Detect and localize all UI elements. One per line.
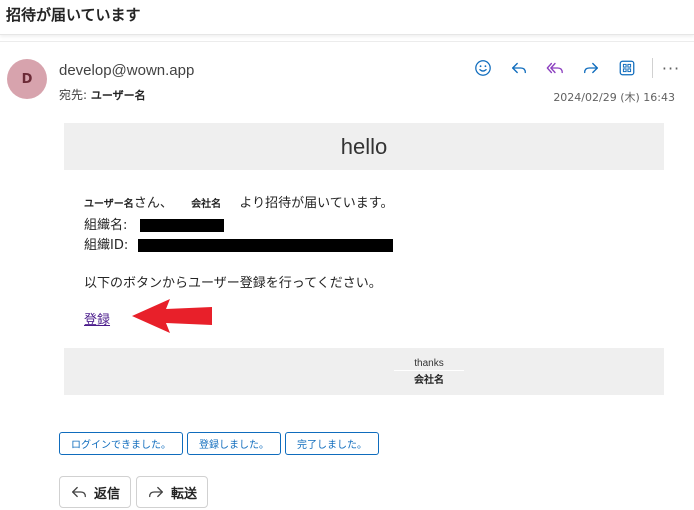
org-id-line: 組織ID: [84, 234, 394, 253]
san-text: さん、 [133, 196, 173, 211]
forward-label: 転送 [171, 486, 198, 502]
register-link[interactable]: 登録 [84, 309, 110, 328]
message-toolbar: ··· [470, 56, 681, 80]
subject-bar: 招待が届いています [0, 0, 694, 35]
recipient-line: 宛先: ユーザー名 [59, 86, 146, 103]
apps-icon [619, 60, 635, 76]
footer-company: 会社名 [414, 375, 444, 386]
invite-line: ユーザー名さん、 会社名 より招待が届いています。 [84, 192, 393, 211]
footer-signature: thanks 会社名 [394, 358, 464, 386]
forward-action-button[interactable]: 転送 [136, 476, 209, 508]
invite-text: より招待が届いています。 [239, 196, 394, 211]
redacted-org-id [138, 239, 394, 252]
reply-icon [72, 486, 86, 498]
org-name-label: 組織名: [84, 218, 128, 233]
reply-all-icon [546, 62, 563, 74]
reply-button[interactable] [506, 56, 532, 80]
forward-icon [149, 486, 163, 498]
suggested-reply-done[interactable]: 完了しました。 [285, 432, 379, 455]
company-name: 会社名 [191, 199, 222, 210]
annotation-arrow-icon [132, 299, 212, 333]
recipient-name[interactable]: ユーザー名 [91, 89, 146, 102]
email-subject: 招待が届いています [6, 6, 141, 24]
reply-all-button[interactable] [542, 56, 568, 80]
user-name: ユーザー名 [84, 199, 134, 210]
reply-icon [512, 62, 526, 74]
apps-button[interactable] [614, 56, 640, 80]
email-banner-hello: hello [64, 123, 664, 170]
sender-avatar[interactable]: D [7, 59, 47, 99]
hello-text: hello [340, 133, 388, 159]
email-reading-pane: 招待が届いています D develop@wown.app 宛先: ユーザー名 2… [0, 0, 694, 510]
reply-label: 返信 [94, 486, 121, 502]
sender-address[interactable]: develop@wown.app [59, 62, 194, 79]
to-label: 宛先: [59, 88, 88, 102]
redacted-org-name [139, 219, 224, 232]
suggested-reply-login[interactable]: ログインできました。 [59, 432, 183, 455]
divider [0, 41, 694, 42]
reply-action-button[interactable]: 返信 [59, 476, 132, 508]
instruction-text: 以下のボタンからユーザー登録を行ってください。 [84, 276, 382, 291]
emoji-icon [475, 60, 491, 76]
org-name-line: 組織名: [84, 214, 224, 233]
forward-icon [584, 62, 598, 74]
more-icon[interactable]: ··· [661, 59, 681, 78]
toolbar-separator [652, 58, 653, 78]
received-date: 2024/02/29 (木) 16:43 [553, 91, 675, 104]
org-id-label: 組織ID: [84, 238, 129, 253]
email-footer: thanks 会社名 [64, 348, 664, 395]
forward-button[interactable] [578, 56, 604, 80]
reply-actions: 返信 転送 [59, 476, 213, 508]
avatar-initial: D [21, 71, 33, 87]
emoji-button[interactable] [470, 56, 496, 80]
thanks-text: thanks [394, 358, 464, 371]
suggested-reply-registered[interactable]: 登録しました。 [187, 432, 281, 455]
suggested-replies: ログインできました。 登録しました。 完了しました。 [59, 432, 383, 455]
